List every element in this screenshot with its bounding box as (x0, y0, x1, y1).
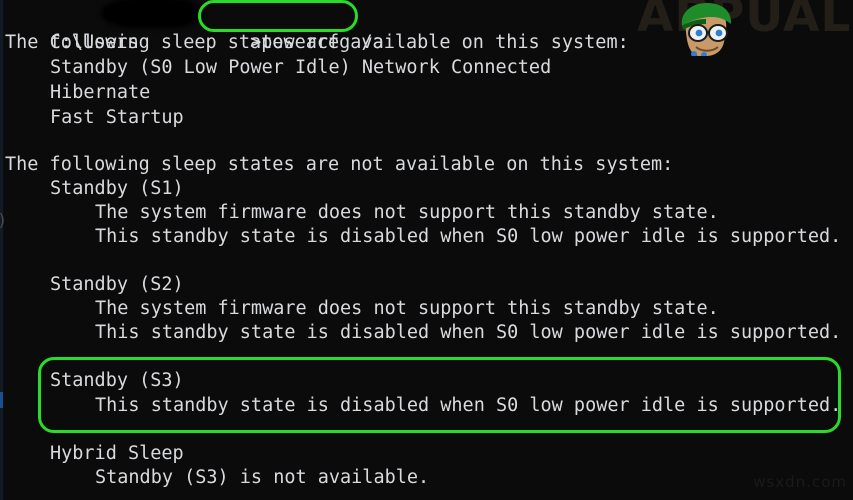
site-watermark-footer: wsxdn.com (753, 473, 847, 491)
edge-artifact-glyph: ) (0, 210, 9, 232)
output-line-fast-startup: Fast Startup (50, 107, 184, 128)
username-redaction-blob (104, 1, 200, 25)
window-left-border (0, 0, 4, 500)
watermark-brand-text: APPUALS (637, 0, 851, 43)
output-line-s1-disabled: This standby state is disabled when S0 l… (95, 226, 842, 247)
output-line-standby-s0: Standby (S0 Low Power Idle) Network Conn… (50, 57, 552, 78)
appuals-watermark: APPUALS (631, 0, 851, 56)
scrollbar-thumb[interactable] (0, 392, 3, 408)
output-line-s2-disabled: This standby state is disabled when S0 l… (95, 322, 842, 343)
output-line-hibernate: Hibernate (50, 82, 151, 103)
output-line-hybrid-s3-unavailable: Standby (S3) is not available. (95, 467, 430, 488)
output-line-standby-s3: Standby (S3) (50, 370, 184, 391)
output-line-s3-disabled: This standby state is disabled when S0 l… (95, 395, 842, 416)
output-line-available-header: The following sleep states are available… (5, 32, 629, 53)
appuals-mascot-icon (681, 3, 732, 56)
command-prompt-window[interactable]: ) C:\Users >powercfg /a The following sl… (0, 0, 853, 500)
